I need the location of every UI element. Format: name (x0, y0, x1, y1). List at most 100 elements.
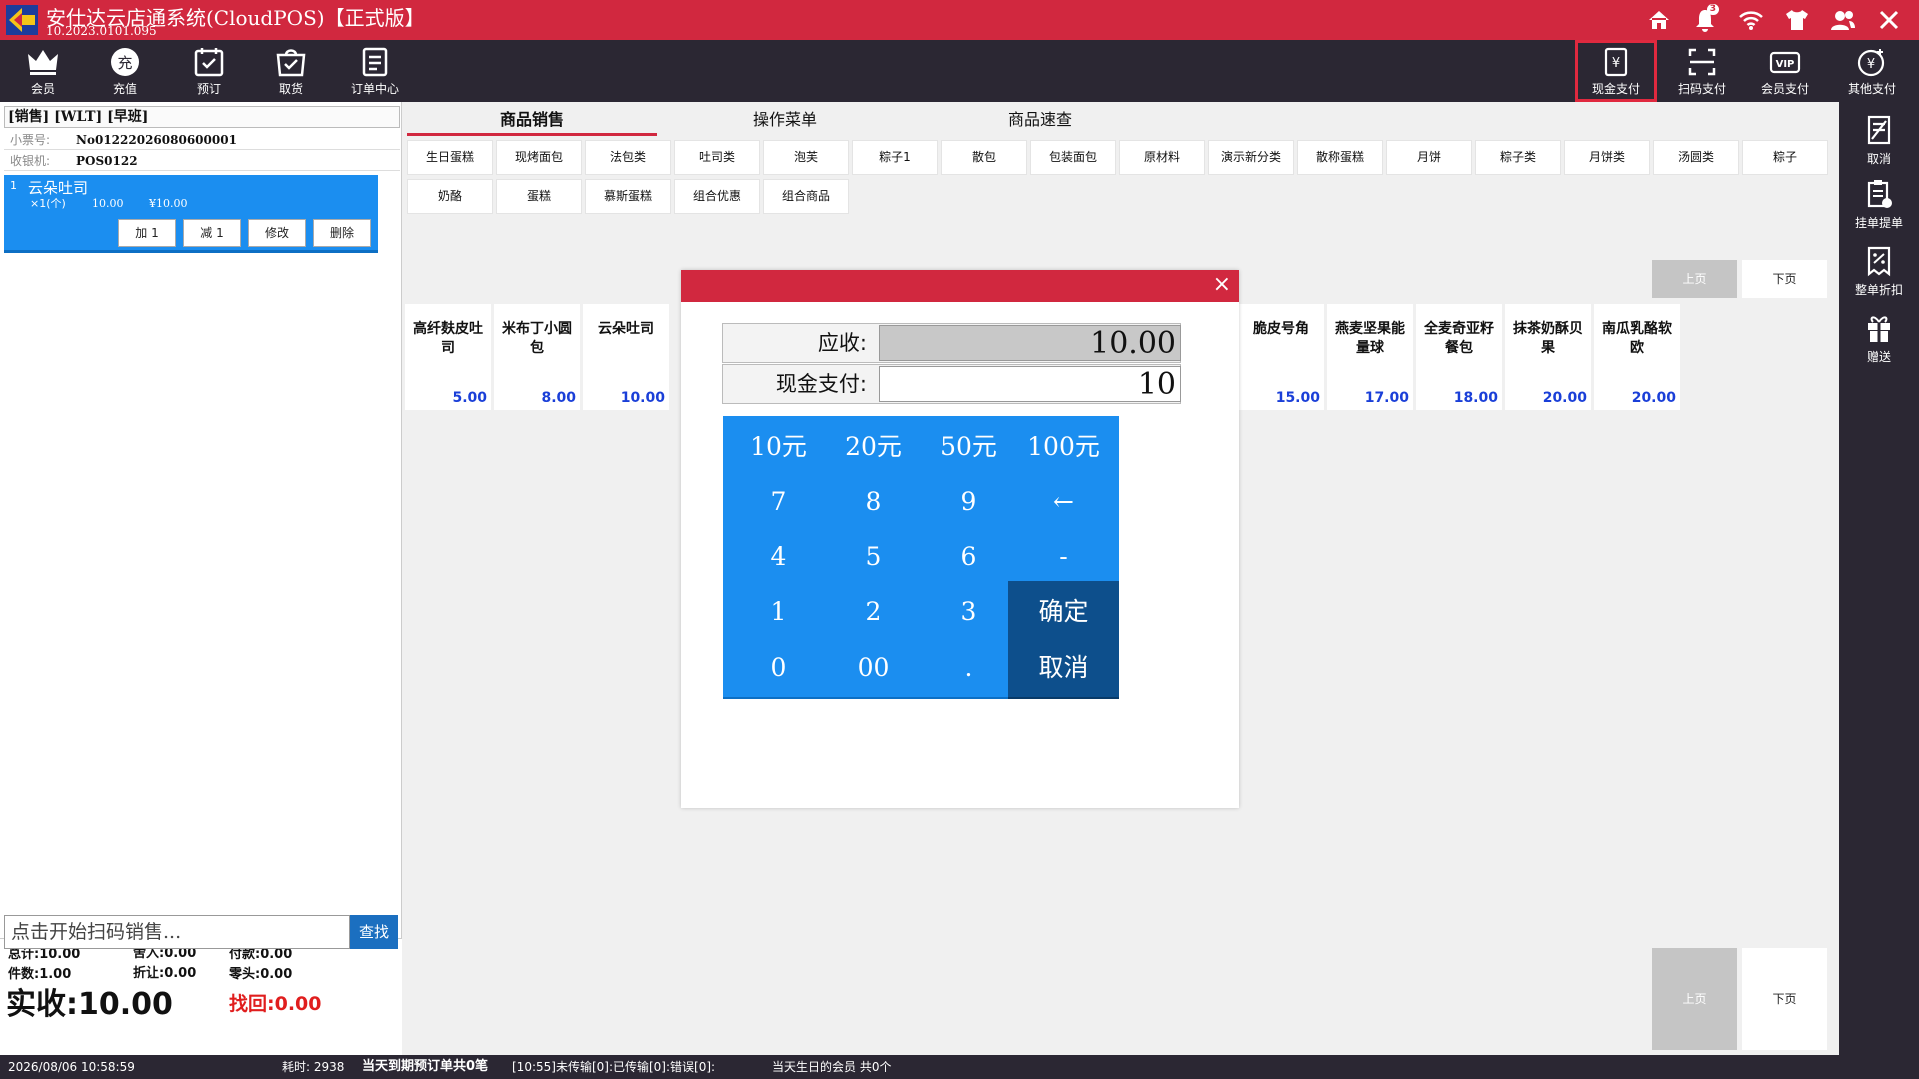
status-reservations: 当天到期预订单共0笔 (362, 1059, 489, 1074)
close-window-icon[interactable] (1873, 4, 1905, 36)
category-button[interactable]: 粽子类 (1475, 140, 1561, 175)
hold-recall-button[interactable]: 挂单提单 (1839, 178, 1919, 231)
gift-icon (1868, 316, 1890, 342)
cancel-order-button[interactable]: 取消 (1839, 114, 1919, 167)
product-card[interactable]: 燕麦坚果能量球 17.00 (1327, 304, 1413, 410)
recharge-label: 充值 (112, 82, 137, 96)
notification-bell-icon[interactable]: 3 (1689, 4, 1721, 36)
category-button[interactable]: 月饼类 (1564, 140, 1650, 175)
category-button[interactable]: 组合优惠 (674, 179, 760, 214)
order-discount-button[interactable]: 整单折扣 (1839, 245, 1919, 298)
scan-input[interactable]: 点击开始扫码销售... (4, 915, 350, 949)
other-pay-button[interactable]: ¥ 其他支付 (1831, 40, 1913, 102)
order-discount-label: 整单折扣 (1854, 283, 1903, 297)
dialog-header: × (681, 270, 1239, 302)
member-button[interactable]: 会员 (2, 40, 84, 102)
category-button[interactable]: 粽子 (1742, 140, 1828, 175)
product-card[interactable]: 全麦奇亚籽餐包 18.00 (1416, 304, 1502, 410)
summary-panel: 总计:10.00 舍入:0.00 付款:0.00 件数:1.00 折让:0.00… (0, 938, 402, 1055)
prev-page-button-top[interactable]: 上页 (1652, 260, 1737, 298)
category-button[interactable]: 奶酪 (407, 179, 493, 214)
status-elapsed: 耗时: 2938 (282, 1060, 345, 1074)
cash-pay-input[interactable]: 10 (879, 366, 1181, 402)
product-card[interactable]: 脆皮号角 15.00 (1238, 304, 1324, 410)
status-upload: [10:55]未传输[0]:已传输[0]:错误[0]: (512, 1060, 716, 1074)
minus-one-button[interactable]: 减 1 (183, 219, 241, 247)
pickup-button[interactable]: 取货 (250, 40, 332, 102)
add-one-button[interactable]: 加 1 (118, 219, 176, 247)
category-button[interactable]: 演示新分类 (1208, 140, 1294, 175)
member-pay-label: 会员支付 (1760, 82, 1809, 96)
scan-pay-button[interactable]: 扫码支付 (1661, 40, 1743, 102)
svg-text:¥: ¥ (1612, 56, 1620, 71)
category-button[interactable]: 组合商品 (763, 179, 849, 214)
category-button[interactable]: 散称蛋糕 (1297, 140, 1383, 175)
category-button[interactable]: 法包类 (585, 140, 671, 175)
next-page-button-top[interactable]: 下页 (1742, 260, 1827, 298)
tab-operation-menu[interactable]: 操作菜单 (660, 108, 910, 136)
category-button[interactable]: 汤圆类 (1653, 140, 1739, 175)
product-name: 云朵吐司 (598, 321, 654, 337)
recharge-button[interactable]: 充 充值 (84, 40, 166, 102)
amount-100-key[interactable]: 100元 (1008, 416, 1119, 478)
category-button[interactable]: 吐司类 (674, 140, 760, 175)
wifi-icon[interactable] (1735, 4, 1767, 36)
category-button[interactable]: 蛋糕 (496, 179, 582, 214)
gift-button[interactable]: 赠送 (1839, 312, 1919, 365)
product-price: 20.00 (1631, 390, 1676, 406)
app-version: 10.2023.0101.095 (46, 24, 157, 38)
minus-key[interactable]: - (1008, 526, 1119, 588)
tab-product-sale[interactable]: 商品销售 (407, 108, 657, 136)
category-button[interactable]: 散包 (941, 140, 1027, 175)
next-page-button-bottom[interactable]: 下页 (1742, 948, 1827, 1050)
prev-page-button-bottom[interactable]: 上页 (1652, 948, 1737, 1050)
scan-pay-label: 扫码支付 (1677, 82, 1726, 96)
product-name: 脆皮号角 (1253, 321, 1309, 337)
member-pay-button[interactable]: VIP 会员支付 (1744, 40, 1826, 102)
cashier-label: 收银机: (10, 154, 51, 168)
ticket-number: No01222026080600001 (76, 133, 237, 147)
product-name: 米布丁小圆包 (502, 321, 572, 356)
category-button[interactable]: 粽子1 (852, 140, 938, 175)
category-button[interactable]: 现烤面包 (496, 140, 582, 175)
sale-panel: [销售] [WLT] [早班] 小票号: No01222026080600001… (0, 102, 402, 1055)
product-card[interactable]: 高纤麸皮吐司 5.00 (405, 304, 491, 410)
product-price: 10.00 (620, 390, 665, 406)
switch-user-icon[interactable] (1827, 4, 1859, 36)
shirt-icon[interactable] (1781, 4, 1813, 36)
edit-item-button[interactable]: 修改 (248, 219, 306, 247)
product-card[interactable]: 米布丁小圆包 8.00 (494, 304, 580, 410)
cancel-order-label: 取消 (1866, 152, 1891, 166)
tab-product-lookup[interactable]: 商品速查 (915, 108, 1165, 136)
cart-item[interactable]: 1 云朵吐司 ×1(个) 10.00 ¥10.00 加 1 减 1 修改 删除 (4, 175, 378, 253)
home-icon[interactable] (1643, 4, 1675, 36)
category-button[interactable]: 生日蛋糕 (407, 140, 493, 175)
find-button[interactable]: 查找 (350, 915, 398, 949)
crown-icon (28, 50, 58, 75)
category-button[interactable]: 包装面包 (1030, 140, 1116, 175)
product-card[interactable]: 云朵吐司 10.00 (583, 304, 669, 410)
confirm-button[interactable]: 确定 (1008, 581, 1119, 643)
ticket-row: 小票号: No01222026080600001 (4, 130, 400, 150)
backspace-key[interactable]: ← (1008, 471, 1119, 533)
cashier-row: 收银机: POS0122 (4, 151, 400, 171)
pickup-label: 取货 (278, 82, 303, 96)
product-card[interactable]: 南瓜乳酪软欧 20.00 (1594, 304, 1680, 410)
actual-received: 实收:10.00 (6, 987, 173, 1022)
status-birthday: 当天生日的会员 共0个 (772, 1060, 892, 1074)
order-center-button[interactable]: 订单中心 (334, 40, 416, 102)
category-button[interactable]: 月饼 (1386, 140, 1472, 175)
sale-mode-line: [销售] [WLT] [早班] (4, 106, 400, 128)
product-name: 抹茶奶酥贝果 (1513, 321, 1583, 356)
amount-due-value: 10.00 (879, 325, 1181, 361)
category-button[interactable]: 原材料 (1119, 140, 1205, 175)
close-icon[interactable]: × (1213, 273, 1231, 297)
reserve-button[interactable]: 预订 (168, 40, 250, 102)
delete-item-button[interactable]: 删除 (313, 219, 371, 247)
calendar-check-icon (194, 48, 224, 77)
cancel-button[interactable]: 取消 (1008, 637, 1119, 699)
cash-pay-button[interactable]: ¥ 现金支付 (1575, 40, 1657, 102)
product-card[interactable]: 抹茶奶酥贝果 20.00 (1505, 304, 1591, 410)
category-button[interactable]: 泡芙 (763, 140, 849, 175)
category-button[interactable]: 慕斯蛋糕 (585, 179, 671, 214)
